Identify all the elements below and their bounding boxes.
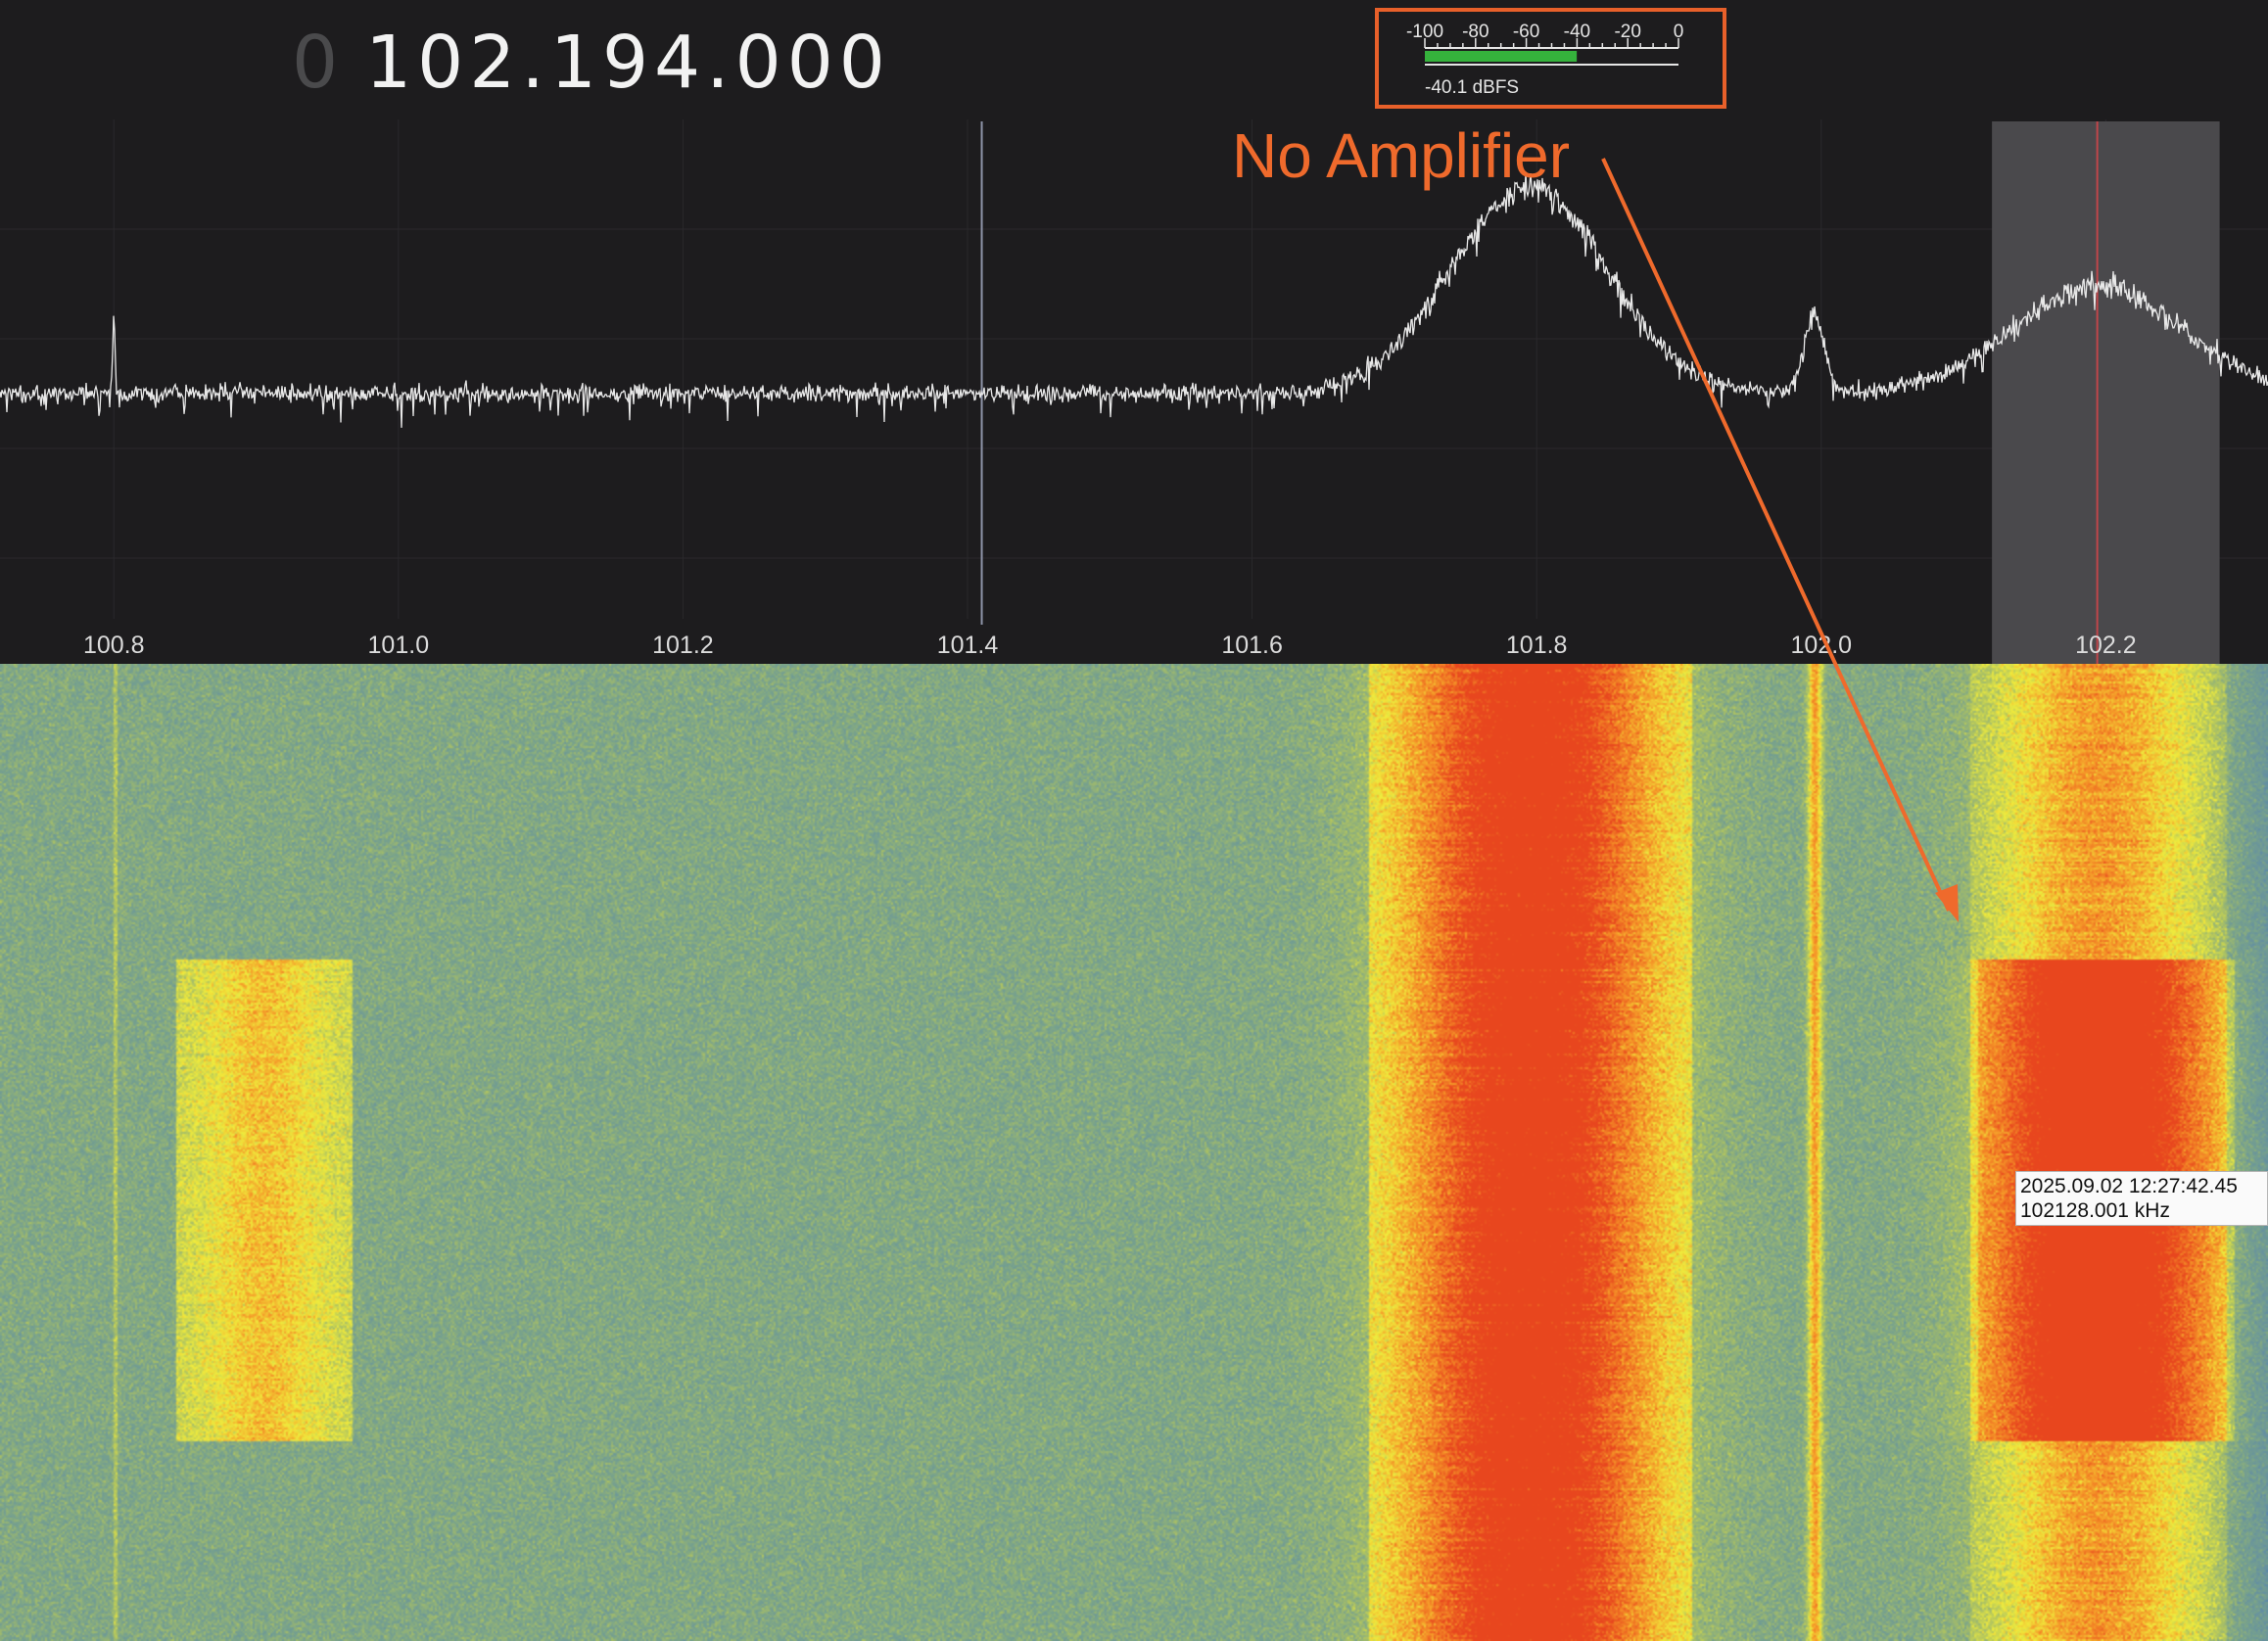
frequency-axis-label: 100.8	[83, 632, 145, 659]
frequency-axis-label: 101.4	[937, 632, 999, 659]
frequency-axis-label: 102.0	[1790, 632, 1852, 659]
tooltip-timestamp: 2025.09.02 12:27:42.45	[2020, 1175, 2238, 1197]
frequency-value[interactable]: 102.194.000	[365, 21, 891, 105]
frequency-axis-label: 102.2	[2075, 632, 2137, 659]
level-meter-scale-label: -80	[1462, 22, 1488, 42]
frequency-axis-label: 101.0	[368, 632, 430, 659]
level-meter-bar	[1425, 51, 1578, 62]
waterfall-panel[interactable]	[0, 664, 2268, 1641]
frequency-display[interactable]: 0 102.194.000	[292, 14, 891, 112]
frequency-axis-label: 101.8	[1506, 632, 1568, 659]
waterfall-tooltip: 2025.09.02 12:27:42.45 102128.001 kHz	[2015, 1171, 2268, 1226]
signal-level-meter: -100 -80 -60 -40 -20 0 -40.1 dBFS	[1375, 8, 1726, 109]
level-meter-readout: -40.1 dBFS	[1425, 77, 1520, 98]
level-meter-scale-label: -60	[1513, 22, 1539, 42]
spectrum-trace	[0, 171, 2268, 428]
tooltip-frequency: 102128.001 kHz	[2020, 1199, 2170, 1222]
frequency-axis-label: 101.2	[652, 632, 714, 659]
sdr-receiver-window: 0 102.194.000 -100 -80 -60 -40 -20 0 -40.1 dBF…	[0, 0, 2268, 1641]
annotation-label: No Amplifier	[1232, 120, 1570, 191]
frequency-axis-label: 101.6	[1221, 632, 1283, 659]
level-meter-scale-label: 0	[1674, 22, 1684, 42]
level-meter-scale-label: -20	[1614, 22, 1640, 42]
waterfall-display[interactable]	[0, 664, 2268, 1641]
frequency-lead-digit[interactable]: 0	[292, 21, 344, 105]
level-meter-scale-label: -40	[1564, 22, 1590, 42]
filter-passband[interactable]	[1992, 121, 2220, 664]
spectrum-plot[interactable]: 100.8 101.0 101.2 101.4 101.6 101.8 102.0 102.2	[0, 119, 2268, 664]
spectrum-grid	[0, 119, 2268, 619]
level-meter-scale-label: -100	[1406, 22, 1443, 42]
spectrum-panel[interactable]: 100.8 101.0 101.2 101.4 101.6 101.8 102.0 102.2	[0, 119, 2268, 664]
